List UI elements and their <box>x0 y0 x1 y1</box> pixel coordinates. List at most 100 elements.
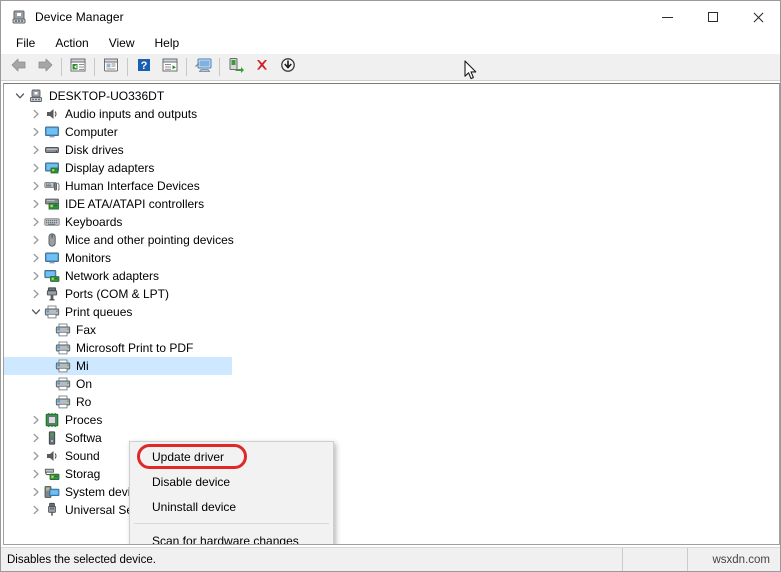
menu-help[interactable]: Help <box>146 33 189 54</box>
back-icon <box>10 57 28 78</box>
tree-root-node[interactable]: DESKTOP-UO336DT <box>4 87 779 105</box>
tree-node-storage-controllers[interactable]: Storag <box>4 465 779 483</box>
tree-node-label: Human Interface Devices <box>65 179 200 193</box>
chevron-down-icon[interactable] <box>28 304 44 320</box>
menu-action[interactable]: Action <box>46 33 97 54</box>
chevron-right-icon[interactable] <box>28 160 44 176</box>
tree-node-label: Audio inputs and outputs <box>65 107 198 121</box>
tree-node-monitors[interactable]: Monitors <box>4 249 779 267</box>
tree-node-label: Sound <box>65 449 100 463</box>
chevron-right-icon[interactable] <box>28 412 44 428</box>
chevron-right-icon[interactable] <box>28 142 44 158</box>
device-tree: DESKTOP-UO336DT Audio inputs and outputs <box>4 84 779 519</box>
maximize-button[interactable] <box>690 1 735 33</box>
chevron-right-icon[interactable] <box>28 106 44 122</box>
printer-icon <box>55 358 71 374</box>
tree-node-keyboards[interactable]: Keyboards <box>4 213 779 231</box>
hid-icon <box>44 178 60 194</box>
chevron-right-icon[interactable] <box>28 178 44 194</box>
tree-node-label: Monitors <box>65 251 112 265</box>
context-menu-item-uninstall-device[interactable]: Uninstall device <box>130 494 333 519</box>
chevron-right-icon[interactable] <box>28 502 44 518</box>
chevron-right-icon[interactable] <box>28 286 44 302</box>
menu-bar: File Action View Help <box>1 33 780 54</box>
minimize-button[interactable] <box>645 1 690 33</box>
tree-node-fax[interactable]: Fax <box>4 321 779 339</box>
printer-icon <box>55 340 71 356</box>
tree-node-microsoft-print-to-pdf[interactable]: Microsoft Print to PDF <box>4 339 779 357</box>
tree-node-system-devices[interactable]: System devices <box>4 483 779 501</box>
tree-node-processors[interactable]: Proces <box>4 411 779 429</box>
tree-node-selected-printer[interactable]: Mi <box>4 357 779 375</box>
usb-icon <box>44 502 60 518</box>
printer-icon <box>55 376 71 392</box>
chevron-right-icon[interactable] <box>28 448 44 464</box>
tree-node-display-adapters[interactable]: Display adapters <box>4 159 779 177</box>
show-hide-console-tree-button[interactable] <box>66 56 90 79</box>
tree-node-label: Proces <box>65 413 103 427</box>
toolbar-separator <box>127 58 128 76</box>
chevron-right-icon[interactable] <box>28 250 44 266</box>
enable-device-button[interactable] <box>224 56 248 79</box>
computer-root-icon <box>28 88 44 104</box>
tree-node-universal-serial-bus-controllers[interactable]: Universal Serial Bus controllers <box>4 501 779 519</box>
close-button[interactable] <box>735 1 780 33</box>
tree-node-printer-on[interactable]: On <box>4 375 779 393</box>
tree-node-audio-inputs-and-outputs[interactable]: Audio inputs and outputs <box>4 105 779 123</box>
tree-node-ports-com-lpt[interactable]: Ports (COM & LPT) <box>4 285 779 303</box>
window-title: Device Manager <box>35 10 124 24</box>
tree-node-mice-and-other-pointing-devices[interactable]: Mice and other pointing devices <box>4 231 779 249</box>
toolbar-separator <box>94 58 95 76</box>
forward-button[interactable] <box>33 56 57 79</box>
disable-device-button[interactable] <box>276 56 300 79</box>
tree-node-label: Mi <box>76 359 89 373</box>
keyboard-icon <box>44 214 60 230</box>
monitor-icon <box>44 250 60 266</box>
toolbar: ? <box>1 54 780 81</box>
scan-hardware-changes-button[interactable] <box>191 56 215 79</box>
back-button[interactable] <box>7 56 31 79</box>
printer-icon <box>55 394 71 410</box>
tree-node-print-queues[interactable]: Print queues <box>4 303 779 321</box>
menu-file[interactable]: File <box>7 33 44 54</box>
chevron-right-icon[interactable] <box>28 484 44 500</box>
tree-node-human-interface-devices[interactable]: Human Interface Devices <box>4 177 779 195</box>
chevron-right-icon[interactable] <box>28 430 44 446</box>
chevron-right-icon[interactable] <box>28 124 44 140</box>
tree-root-label: DESKTOP-UO336DT <box>49 89 165 103</box>
chevron-down-icon[interactable] <box>12 88 28 104</box>
chevron-right-icon[interactable] <box>28 268 44 284</box>
context-menu: Update driver Disable device Uninstall d… <box>129 441 334 545</box>
chevron-right-icon[interactable] <box>28 214 44 230</box>
update-driver-button[interactable] <box>158 56 182 79</box>
tree-node-disk-drives[interactable]: Disk drives <box>4 141 779 159</box>
enable-device-icon <box>227 57 245 78</box>
device-tree-panel[interactable]: DESKTOP-UO336DT Audio inputs and outputs <box>3 83 780 545</box>
tree-node-computer[interactable]: Computer <box>4 123 779 141</box>
chevron-right-icon[interactable] <box>28 466 44 482</box>
ide-controller-icon <box>44 196 60 212</box>
svg-text:?: ? <box>141 60 148 72</box>
device-manager-icon <box>11 9 27 25</box>
tree-node-sound-video-and-game-controllers[interactable]: Sound <box>4 447 779 465</box>
context-menu-item-disable-device[interactable]: Disable device <box>130 469 333 494</box>
menu-view[interactable]: View <box>100 33 144 54</box>
tree-node-ide-ata-atapi-controllers[interactable]: IDE ATA/ATAPI controllers <box>4 195 779 213</box>
uninstall-device-button[interactable] <box>250 56 274 79</box>
toolbar-separator <box>61 58 62 76</box>
chevron-right-icon[interactable] <box>28 232 44 248</box>
tree-node-software-devices[interactable]: Softwa <box>4 429 779 447</box>
properties-icon <box>102 57 120 78</box>
storage-controller-icon <box>44 466 60 482</box>
tree-node-printer-ro[interactable]: Ro <box>4 393 779 411</box>
context-menu-item-scan-for-hardware-changes[interactable]: Scan for hardware changes <box>130 528 333 545</box>
properties-button[interactable] <box>99 56 123 79</box>
chevron-right-icon[interactable] <box>28 196 44 212</box>
speaker-icon <box>44 448 60 464</box>
printer-icon <box>55 322 71 338</box>
disk-drive-icon <box>44 142 60 158</box>
help-button[interactable]: ? <box>132 56 156 79</box>
tree-node-network-adapters[interactable]: Network adapters <box>4 267 779 285</box>
device-manager-window: Device Manager File Action View Help ? D… <box>0 0 781 572</box>
context-menu-item-update-driver[interactable]: Update driver <box>130 444 333 469</box>
